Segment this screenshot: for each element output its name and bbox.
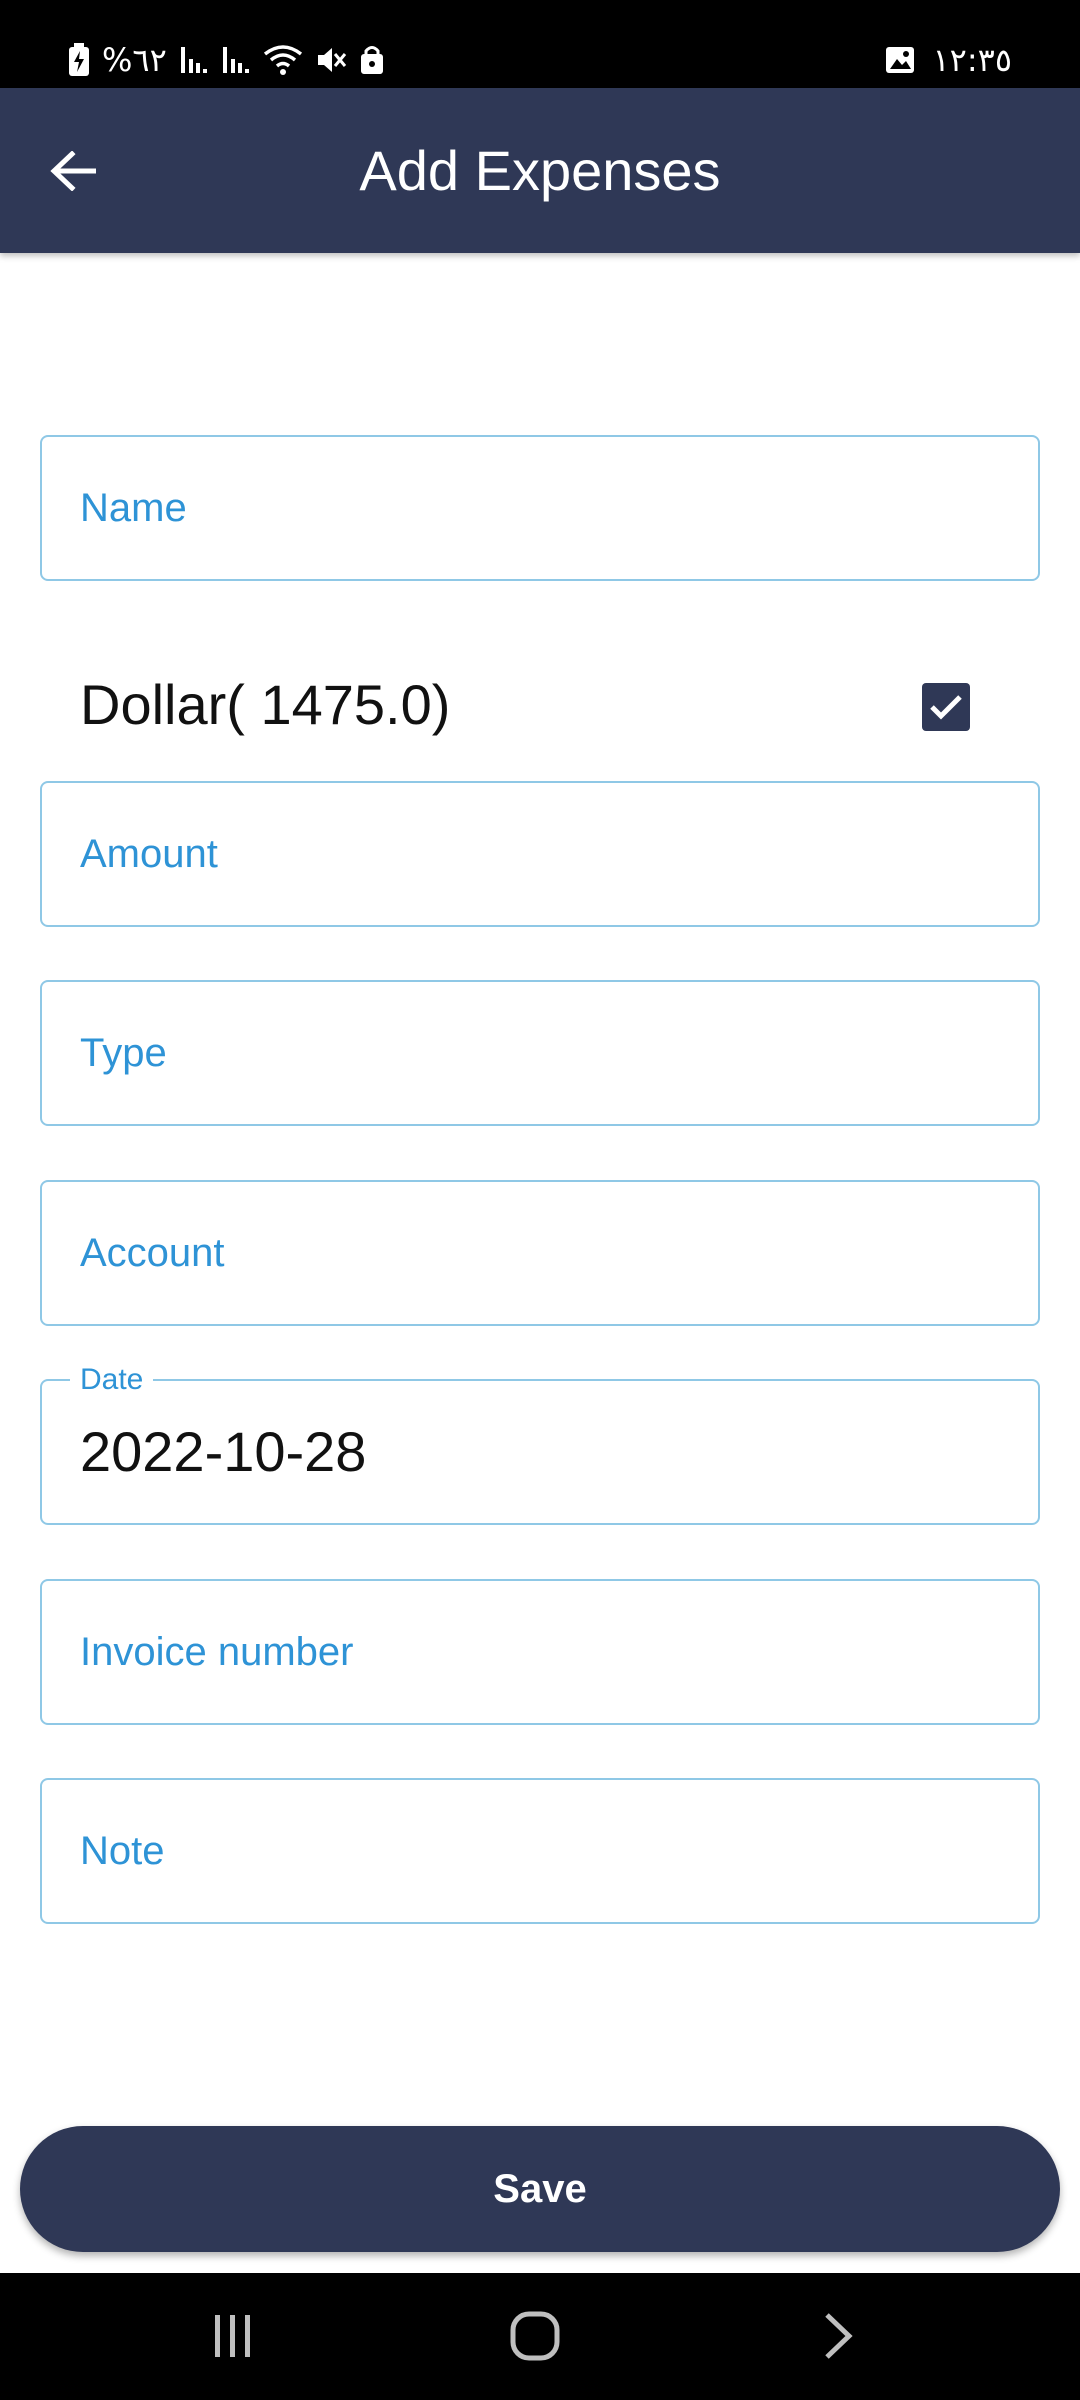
type-placeholder: Type [80, 1031, 167, 1075]
clock: ١٢:٣٥ [932, 41, 1012, 79]
account-placeholder: Account [80, 1231, 225, 1275]
system-nav-bar [0, 2273, 1080, 2400]
status-bar: %٦٢ ١٢:٣٥ [0, 0, 1080, 88]
wifi-icon [263, 45, 302, 75]
status-icons-left: %٦٢ [68, 40, 385, 80]
recent-apps-button[interactable] [183, 2301, 283, 2371]
currency-checkbox[interactable] [922, 683, 970, 731]
type-field[interactable]: Type [40, 980, 1040, 1126]
arrow-left-icon [50, 151, 96, 191]
chevron-right-icon [825, 2313, 853, 2359]
date-value: 2022-10-28 [80, 1420, 367, 1483]
home-icon [510, 2311, 560, 2361]
account-field[interactable]: Account [40, 1180, 1040, 1326]
save-button[interactable]: Save [20, 2126, 1060, 2252]
battery-percent: %٦٢ [102, 41, 167, 79]
recent-apps-icon [215, 2315, 250, 2357]
name-field[interactable]: Name [40, 435, 1040, 581]
invoice-number-placeholder: Invoice number [80, 1630, 354, 1674]
back-button[interactable] [40, 138, 106, 204]
note-field[interactable]: Note [40, 1778, 1040, 1924]
back-nav-button[interactable] [788, 2301, 888, 2371]
page-title: Add Expenses [359, 139, 721, 202]
amount-placeholder: Amount [80, 832, 218, 876]
date-field[interactable]: Date 2022-10-28 [40, 1363, 1040, 1525]
signal-icon [180, 47, 207, 73]
mute-icon [317, 48, 346, 72]
signal-icon-2 [222, 47, 249, 73]
invoice-number-field[interactable]: Invoice number [40, 1579, 1040, 1725]
status-icons-right: ١٢:٣٥ [884, 40, 1012, 80]
name-placeholder: Name [80, 486, 187, 530]
home-button[interactable] [485, 2301, 585, 2371]
currency-row: Dollar( 1475.0) [80, 668, 980, 742]
currency-label: Dollar( 1475.0) [80, 673, 451, 736]
lock-icon [360, 46, 383, 74]
checkmark-icon [930, 695, 962, 720]
app-bar: Add Expenses [0, 88, 1080, 253]
image-notification-icon [886, 47, 915, 73]
note-placeholder: Note [80, 1829, 165, 1873]
battery-icon [69, 43, 89, 76]
amount-field[interactable]: Amount [40, 781, 1040, 927]
